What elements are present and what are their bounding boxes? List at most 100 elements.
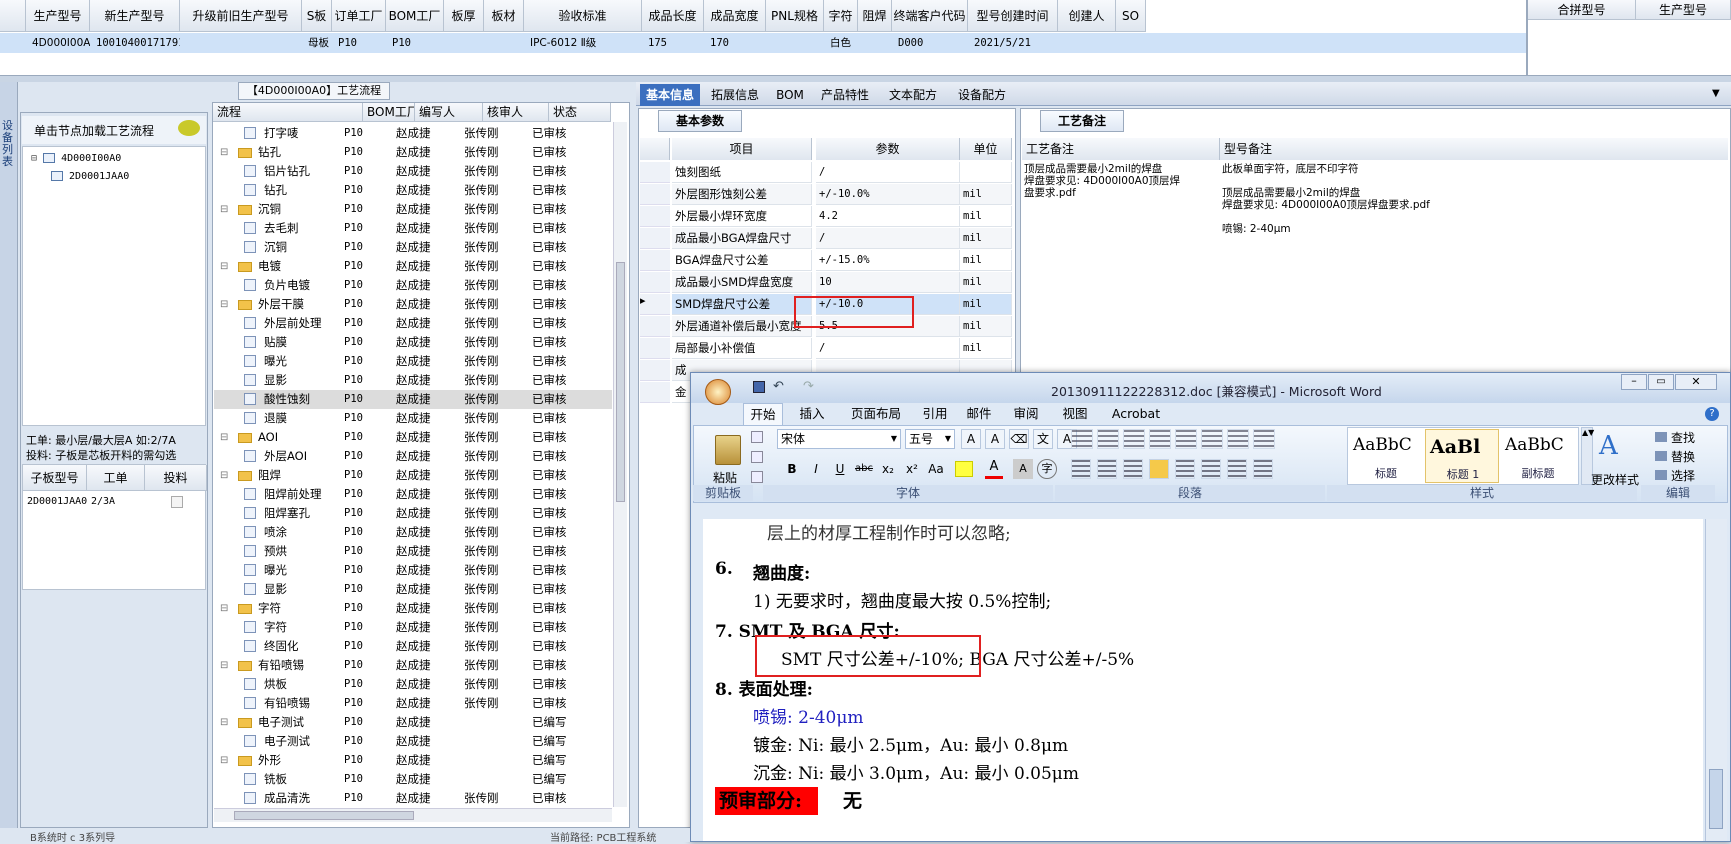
paste-icon[interactable] [715,435,741,465]
param-item[interactable]: BGA焊盘尺寸公差 [672,250,812,271]
notes-tab[interactable]: 工艺备注 [1040,110,1124,132]
ribbon-tab-4[interactable]: 邮件 [959,403,999,425]
column-header[interactable]: 板材 [484,0,524,32]
ribbon-tab-0[interactable]: 开始 [743,403,783,425]
grid-cell[interactable]: P10 [392,33,444,53]
param-item[interactable]: 蚀刻图纸 [672,162,812,183]
superscript-button[interactable]: x² [901,459,923,479]
column-header[interactable]: 子板型号 [23,465,87,491]
style-1[interactable]: AaBl 标题 1 [1425,429,1499,483]
column-header[interactable]: BOM工厂 [363,103,415,122]
process-row[interactable]: 钻孔 P10 赵成捷 张传刚 已审核 [214,181,612,200]
process-row[interactable]: 贴膜 P10 赵成捷 张传刚 已审核 [214,333,612,352]
process-row[interactable]: 字符 ⊟ P10 赵成捷 张传刚 已审核 [214,599,612,618]
row-header[interactable]: ▸ [640,294,670,315]
column-header[interactable]: 单位 [960,138,1012,160]
process-row[interactable]: 显影 P10 赵成捷 张传刚 已审核 [214,580,612,599]
collapse-icon[interactable]: ⊟ [220,751,228,770]
param-item[interactable]: SMD焊盘尺寸公差 [672,294,812,315]
char-shading-icon[interactable]: A [1013,459,1033,479]
tab-0[interactable]: 基本信息 [640,84,700,106]
increase-indent-icon[interactable] [1175,429,1197,449]
row-header[interactable] [640,162,670,183]
doc-line[interactable]: 喷锡: 2-40μm [753,703,864,728]
grid-cell[interactable]: 白色 [830,33,858,53]
row-header[interactable] [640,338,670,359]
tab-1[interactable]: 拓展信息 [702,84,768,106]
column-header[interactable]: 字符 [824,0,858,32]
column-header[interactable]: 投料 [145,465,207,491]
redo-icon[interactable]: ↷ [803,379,814,394]
param-unit[interactable]: mil [960,338,1012,359]
borders-icon[interactable] [1253,459,1273,479]
tree-node-root[interactable]: ⊟ 4D000I00A0 [31,153,121,164]
process-row[interactable]: 喷涂 P10 赵成捷 张传刚 已审核 [214,523,612,542]
undo-icon[interactable]: ↶ [773,379,784,394]
help-icon[interactable]: ? [1705,407,1719,421]
process-row[interactable]: 酸性蚀刻 P10 赵成捷 张传刚 已审核 [214,390,612,409]
collapse-icon[interactable]: ⊟ [220,143,228,162]
grid-cell[interactable] [1122,33,1146,53]
process-row[interactable]: AOI ⊟ P10 赵成捷 张传刚 已审核 [214,428,612,447]
doc-line[interactable]: 镀金: Ni: 最小 2.5μm，Au: 最小 0.8μm [753,731,1068,756]
param-item[interactable]: 外层图形蚀刻公差 [672,184,812,205]
param-value[interactable]: 10 [816,272,960,293]
enclose-char-icon[interactable]: 字 [1037,459,1057,479]
param-value[interactable]: 4.2 [816,206,960,227]
process-row[interactable]: 曝光 P10 赵成捷 张传刚 已审核 [214,561,612,580]
ribbon-tab-1[interactable]: 插入 [787,403,837,425]
process-row[interactable]: 电子测试 P10 赵成捷 已编写 [214,732,612,751]
tab-5[interactable]: 设备配方 [948,84,1016,106]
column-header[interactable]: 工单 [87,465,145,491]
tab-3[interactable]: 产品特性 [812,84,878,106]
grid-cell[interactable]: IPC-6012 Ⅱ级 [530,33,642,53]
column-header[interactable]: 新生产型号 [90,0,180,32]
font-family-select[interactable]: 宋体 ▼ [777,429,901,449]
param-unit[interactable]: mil [960,272,1012,293]
row-header[interactable] [640,316,670,337]
asian-layout-icon[interactable] [1201,429,1223,449]
param-unit[interactable]: mil [960,294,1012,315]
align-center-icon[interactable] [1097,459,1117,479]
column-header[interactable]: 项目 [672,138,812,160]
collapse-icon[interactable]: ⊟ [220,656,228,675]
collapse-icon[interactable]: ⊟ [220,713,228,732]
prereview-label[interactable]: 预审部分: [715,787,819,815]
column-header[interactable]: 订单工厂 [332,0,386,32]
row-header[interactable] [640,250,670,271]
column-header[interactable]: 状态 [549,103,611,122]
close-button[interactable]: ✕ [1675,374,1717,390]
row-header[interactable] [640,272,670,293]
column-header[interactable]: PNL规格 [766,0,824,32]
ribbon-tab-5[interactable]: 审阅 [1003,403,1049,425]
process-row[interactable]: 预烘 P10 赵成捷 张传刚 已审核 [214,542,612,561]
column-header[interactable]: 型号创建时间 [968,0,1058,32]
grid-cell[interactable] [450,33,484,53]
sort-icon[interactable] [1227,429,1249,449]
format-painter-icon[interactable] [751,471,763,483]
process-row[interactable]: 去毛刺 P10 赵成捷 张传刚 已审核 [214,219,612,238]
subscript-button[interactable]: x₂ [877,459,899,479]
param-item[interactable]: 外层最小焊环宽度 [672,206,812,227]
bullet-list-icon[interactable] [1071,429,1093,449]
grid-cell[interactable]: 2D0001JAA0 [27,493,87,511]
process-row[interactable]: 电镀 ⊟ P10 赵成捷 张传刚 已审核 [214,257,612,276]
grid-cell[interactable]: 2/3A [91,493,145,511]
left-sidebar-strip[interactable] [0,82,18,828]
tab-2[interactable]: BOM [770,84,810,106]
process-row[interactable]: 钻孔 ⊟ P10 赵成捷 张传刚 已审核 [214,143,612,162]
process-row[interactable]: 铝片钻孔 P10 赵成捷 张传刚 已审核 [214,162,612,181]
param-item[interactable]: 成品最小BGA焊盘尺寸 [672,228,812,249]
row-header[interactable] [640,382,670,403]
param-unit[interactable]: mil [960,228,1012,249]
doc-line[interactable]: 层上的材厚工程制作时可以忽略; [767,519,1011,544]
column-header[interactable]: 阻焊 [858,0,892,32]
ribbon-tab-2[interactable]: 页面布局 [841,403,911,425]
process-row[interactable]: 沉铜 P10 赵成捷 张传刚 已审核 [214,238,612,257]
column-header[interactable]: 验收标准 [524,0,642,32]
title-bar[interactable]: ↶ ↷ 20130911122228312.doc [兼容模式] - Micro… [691,373,1730,405]
column-header[interactable]: 生产型号 [1636,0,1731,20]
tab-4[interactable]: 文本配方 [880,84,946,106]
minimize-button[interactable]: – [1621,374,1647,390]
param-item[interactable]: 成品最小SMD焊盘宽度 [672,272,812,293]
